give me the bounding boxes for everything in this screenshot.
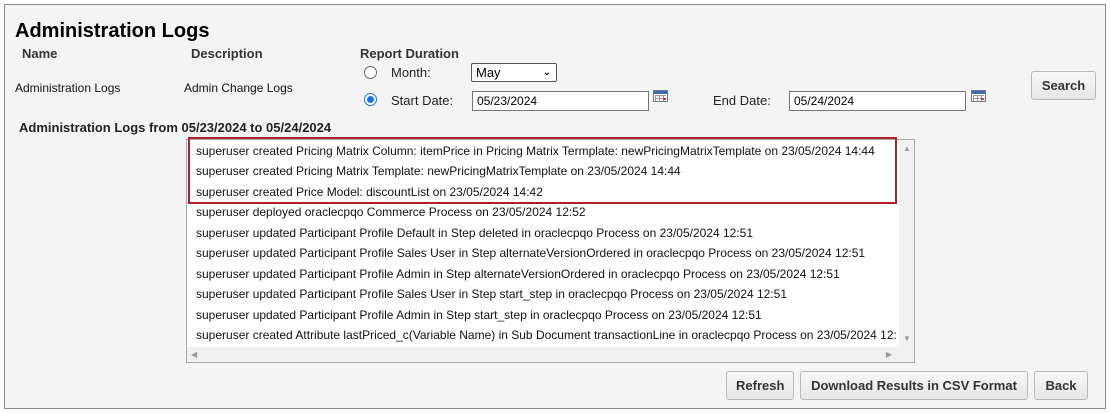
log-line: superuser deployed oraclecpqo Commerce P… <box>196 205 586 219</box>
log-type-description: Admin Change Logs <box>184 81 293 95</box>
log-line: superuser updated Participant Profile Sa… <box>196 287 788 301</box>
start-date-input[interactable] <box>472 91 649 111</box>
page-title: Administration Logs <box>15 20 210 42</box>
download-csv-button[interactable]: Download Results in CSV Format <box>800 371 1028 400</box>
log-line: superuser updated Participant Profile Sa… <box>196 246 866 260</box>
month-label: Month: <box>391 65 431 80</box>
log-line: superuser created Attribute lastPriced_c… <box>196 328 896 342</box>
log-line: superuser updated Participant Profile Ad… <box>196 308 762 322</box>
log-line: superuser created Pricing Matrix Column:… <box>196 144 875 158</box>
vertical-scrollbar[interactable]: ▲ ▼ <box>899 140 914 347</box>
results-heading: Administration Logs from 05/23/2024 to 0… <box>19 120 332 135</box>
search-button[interactable]: Search <box>1031 71 1096 100</box>
start-date-radio[interactable] <box>364 93 377 106</box>
back-button[interactable]: Back <box>1034 371 1088 400</box>
column-header-description: Description <box>191 46 263 61</box>
chevron-down-icon: ⌄ <box>542 67 551 78</box>
column-header-name: Name <box>22 46 58 61</box>
month-select[interactable]: May ⌄ <box>471 63 557 82</box>
start-date-label: Start Date: <box>391 93 454 108</box>
admin-logs-panel: Administration Logs Name Description Rep… <box>4 4 1106 409</box>
log-line: superuser created Price Model: discountL… <box>196 185 543 199</box>
refresh-button[interactable]: Refresh <box>726 371 794 400</box>
log-line: superuser updated Participant Profile De… <box>196 226 754 240</box>
horizontal-scrollbar[interactable]: ◀ ▶ <box>187 347 914 362</box>
month-select-value: May <box>476 65 501 80</box>
scroll-down-icon[interactable]: ▼ <box>903 334 911 343</box>
end-date-label: End Date: <box>713 93 771 108</box>
calendar-icon[interactable] <box>653 90 668 102</box>
scroll-up-icon[interactable]: ▲ <box>903 144 911 153</box>
log-line: superuser updated Participant Profile Ad… <box>196 267 840 281</box>
calendar-icon[interactable] <box>971 90 986 102</box>
scroll-right-icon[interactable]: ▶ <box>886 350 892 359</box>
month-radio[interactable] <box>364 66 377 79</box>
end-date-input[interactable] <box>789 91 966 111</box>
column-header-report-duration: Report Duration <box>360 46 459 61</box>
scroll-left-icon[interactable]: ◀ <box>191 350 197 359</box>
log-line: superuser created Pricing Matrix Templat… <box>196 164 681 178</box>
log-type-name: Administration Logs <box>15 81 121 95</box>
log-results-list[interactable]: superuser created Pricing Matrix Column:… <box>186 139 915 363</box>
log-lines: superuser created Pricing Matrix Column:… <box>187 140 900 347</box>
